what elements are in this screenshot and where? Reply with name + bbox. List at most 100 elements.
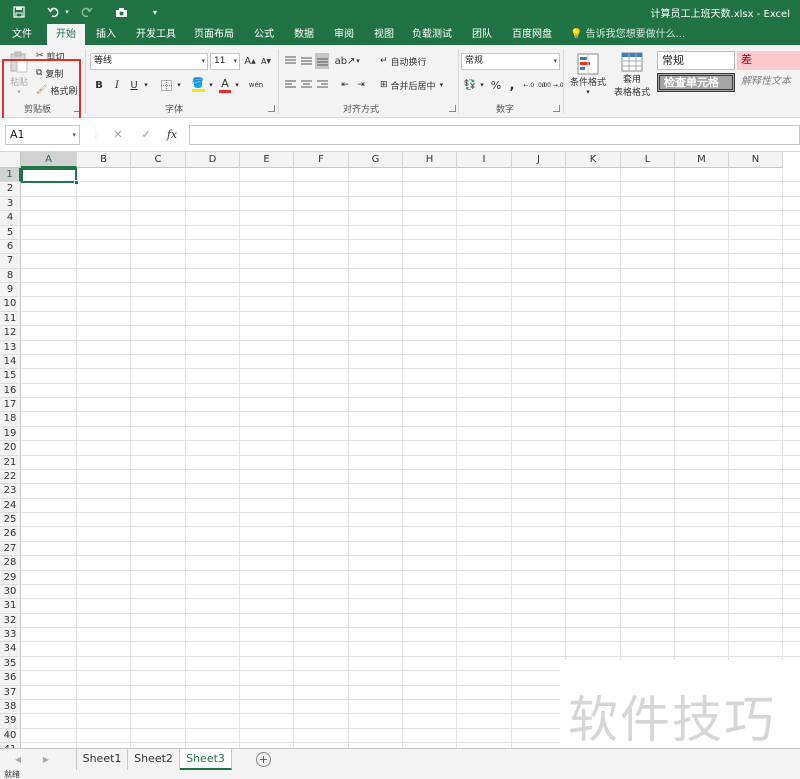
paste-button[interactable]: 粘贴 ▾: [6, 49, 32, 97]
column-header[interactable]: I: [457, 152, 512, 168]
grow-font-button[interactable]: A ▲: [244, 53, 256, 70]
font-size-select[interactable]: 11 ▾: [210, 53, 240, 70]
align-bottom-button[interactable]: [315, 53, 329, 69]
row-header[interactable]: 13: [0, 340, 21, 355]
sheet-tab-sheet2[interactable]: Sheet2: [128, 749, 180, 770]
column-header[interactable]: E: [240, 152, 294, 168]
font-color-button[interactable]: A: [218, 75, 232, 95]
enter-formula-button[interactable]: ✓: [136, 125, 156, 145]
tab-baidu-netdisk[interactable]: 百度网盘: [506, 24, 558, 45]
merge-center-button[interactable]: ⊞ 合并后居中 ▾: [380, 77, 443, 93]
active-cell-a1[interactable]: [21, 168, 77, 183]
row-header[interactable]: 25: [0, 513, 21, 528]
underline-dropdown-icon[interactable]: ▾: [142, 77, 150, 93]
tab-insert[interactable]: 插入: [88, 24, 124, 45]
row-header[interactable]: 15: [0, 369, 21, 384]
font-color-dropdown-icon[interactable]: ▾: [233, 77, 241, 93]
column-header[interactable]: G: [349, 152, 403, 168]
fill-color-button[interactable]: 🪣: [190, 75, 206, 95]
row-header[interactable]: 12: [0, 326, 21, 341]
orientation-dropdown-icon[interactable]: ▾: [354, 53, 362, 69]
row-header[interactable]: 5: [0, 225, 21, 240]
row-header[interactable]: 17: [0, 398, 21, 413]
tab-team[interactable]: 团队: [464, 24, 500, 45]
decrease-decimal-button[interactable]: .00 →.0: [541, 77, 563, 93]
row-header[interactable]: 11: [0, 311, 21, 327]
row-header[interactable]: 21: [0, 455, 21, 470]
borders-dropdown-icon[interactable]: ▾: [175, 77, 183, 93]
row-header[interactable]: 6: [0, 239, 21, 255]
decrease-indent-button[interactable]: ⇤: [338, 77, 352, 93]
row-header[interactable]: 27: [0, 541, 21, 557]
font-launcher-icon[interactable]: [268, 105, 275, 112]
formula-input[interactable]: [189, 125, 800, 145]
italic-button[interactable]: I: [110, 77, 124, 93]
row-header[interactable]: 22: [0, 469, 21, 485]
undo-dropdown-icon[interactable]: ▾: [62, 3, 72, 21]
column-header[interactable]: D: [186, 152, 240, 168]
row-header[interactable]: 19: [0, 426, 21, 442]
row-header[interactable]: 30: [0, 584, 21, 600]
name-box[interactable]: A1 ▾: [5, 125, 80, 145]
underline-button[interactable]: U: [127, 77, 141, 93]
sheet-tab-sheet3[interactable]: Sheet3: [180, 749, 232, 770]
row-header[interactable]: 16: [0, 383, 21, 398]
column-header[interactable]: J: [512, 152, 566, 168]
tab-developer[interactable]: 开发工具: [130, 24, 182, 45]
tab-load-test[interactable]: 负载测试: [406, 24, 458, 45]
tab-review[interactable]: 审阅: [326, 24, 362, 45]
camera-icon[interactable]: [112, 3, 130, 21]
alignment-launcher-icon[interactable]: [449, 105, 456, 112]
borders-button[interactable]: [158, 77, 174, 93]
tab-view[interactable]: 视图: [366, 24, 402, 45]
select-all-corner[interactable]: [0, 152, 21, 168]
row-header[interactable]: 20: [0, 441, 21, 456]
cancel-formula-button[interactable]: ✕: [108, 125, 128, 145]
row-header[interactable]: 35: [0, 656, 21, 672]
column-header[interactable]: K: [566, 152, 621, 168]
bold-button[interactable]: B: [92, 77, 106, 93]
row-header[interactable]: 40: [0, 728, 21, 743]
fill-color-dropdown-icon[interactable]: ▾: [207, 77, 215, 93]
cell-style-normal[interactable]: 常规: [657, 51, 735, 70]
column-header[interactable]: B: [77, 152, 131, 168]
column-header[interactable]: F: [294, 152, 349, 168]
font-name-select[interactable]: 等线 ▾: [90, 53, 208, 70]
undo-icon[interactable]: [44, 3, 62, 21]
cell-style-bad[interactable]: 差: [737, 51, 800, 70]
number-format-select[interactable]: 常规 ▾: [461, 53, 560, 70]
insert-function-button[interactable]: fx: [162, 125, 182, 145]
row-header[interactable]: 28: [0, 556, 21, 571]
column-header[interactable]: M: [675, 152, 729, 168]
row-header[interactable]: 8: [0, 268, 21, 283]
row-header[interactable]: 33: [0, 628, 21, 643]
row-header[interactable]: 7: [0, 254, 21, 269]
tab-formulas[interactable]: 公式: [246, 24, 282, 45]
align-left-button[interactable]: [283, 77, 297, 93]
wrap-text-button[interactable]: ↵ 自动换行: [380, 53, 427, 69]
tell-me-box[interactable]: 💡 告诉我您想要做什么...: [570, 24, 685, 45]
orientation-button[interactable]: ab↗: [335, 53, 356, 69]
redo-icon[interactable]: [78, 3, 96, 21]
phonetic-guide-button[interactable]: wén: [248, 75, 264, 95]
add-sheet-button[interactable]: +: [256, 752, 271, 767]
row-header[interactable]: 31: [0, 599, 21, 614]
cell-style-explanatory[interactable]: 解释性文本: [737, 73, 800, 92]
row-header[interactable]: 29: [0, 570, 21, 585]
tab-file[interactable]: 文件: [4, 24, 40, 45]
column-header[interactable]: C: [131, 152, 186, 168]
increase-decimal-button[interactable]: ←.0 .00: [523, 77, 545, 93]
increase-indent-button[interactable]: ⇥: [354, 77, 368, 93]
save-icon[interactable]: [10, 3, 28, 21]
column-header[interactable]: L: [621, 152, 675, 168]
tab-home[interactable]: 开始: [47, 24, 85, 45]
column-header[interactable]: H: [403, 152, 457, 168]
conditional-formatting-button[interactable]: 条件格式 ▾: [568, 49, 608, 99]
cell-style-check-cell[interactable]: 检查单元格: [657, 73, 735, 92]
shrink-font-button[interactable]: A ▼: [260, 53, 272, 70]
row-header[interactable]: 24: [0, 498, 21, 513]
sheet-tab-sheet1[interactable]: Sheet1: [76, 749, 128, 770]
row-header[interactable]: 18: [0, 412, 21, 427]
row-header[interactable]: 32: [0, 613, 21, 628]
tab-data[interactable]: 数据: [286, 24, 322, 45]
